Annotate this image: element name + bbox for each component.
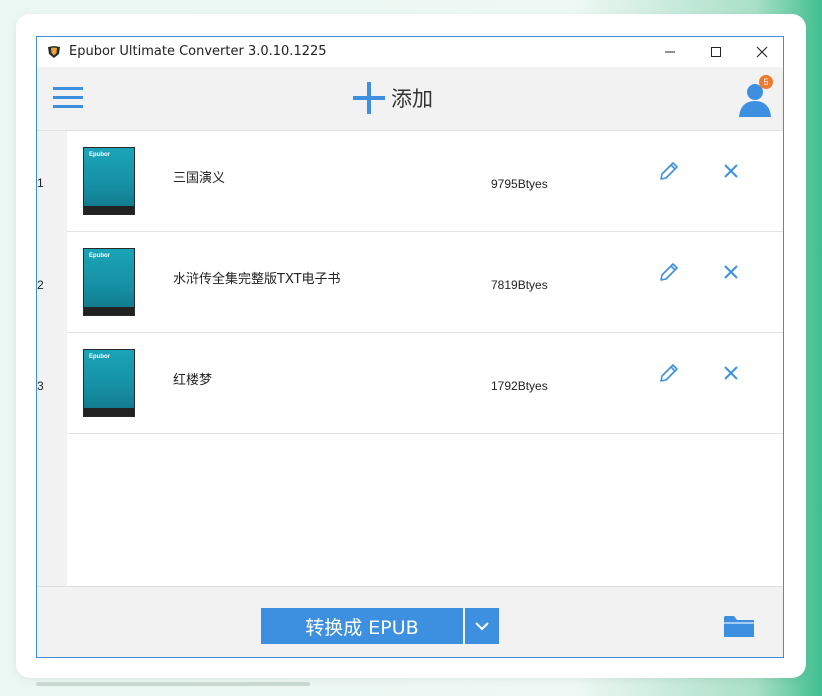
book-title: 三国演义 xyxy=(173,171,226,186)
scrollbar-hint xyxy=(36,682,310,686)
row-index: 3 xyxy=(37,379,44,393)
book-row[interactable]: Epubor 红楼梦 1792Btyes xyxy=(67,333,783,434)
user-account-button[interactable]: 5 xyxy=(737,75,777,119)
pencil-icon[interactable] xyxy=(657,260,681,284)
book-row[interactable]: Epubor 水浒传全集完整版TXT电子书 7819Btyes xyxy=(67,232,783,333)
add-button[interactable]: 添加 xyxy=(351,78,433,118)
book-size: 9795Btyes xyxy=(491,177,548,191)
add-label: 添加 xyxy=(391,87,433,111)
maximize-icon xyxy=(711,47,721,57)
book-size: 1792Btyes xyxy=(491,379,548,393)
plus-icon xyxy=(353,82,385,114)
format-dropdown-button[interactable] xyxy=(465,608,499,644)
book-cover: Epubor xyxy=(83,147,135,215)
row-index: 1 xyxy=(37,176,44,190)
minimize-icon xyxy=(665,51,675,53)
book-row[interactable]: Epubor 三国演义 9795Btyes xyxy=(67,131,783,232)
book-list: 1 Epubor 三国演义 9795Btyes 2 Epubor 水浒传全集完整 xyxy=(37,131,783,586)
cover-brand: Epubor xyxy=(89,152,110,158)
folder-icon[interactable] xyxy=(723,613,755,639)
title-bar: Epubor Ultimate Converter 3.0.10.1225 xyxy=(37,37,783,67)
window-title: Epubor Ultimate Converter 3.0.10.1225 xyxy=(69,44,327,59)
footer-bar: 转换成 EPUB xyxy=(37,586,783,657)
convert-button[interactable]: 转换成 EPUB xyxy=(261,608,463,644)
close-window-icon xyxy=(756,46,768,58)
notification-badge: 5 xyxy=(759,75,773,89)
maximize-button[interactable] xyxy=(693,37,739,67)
chevron-down-icon xyxy=(475,622,489,631)
delete-icon[interactable] xyxy=(721,161,741,181)
hamburger-menu-icon[interactable] xyxy=(51,81,85,115)
cover-brand: Epubor xyxy=(89,253,110,259)
book-cover: Epubor xyxy=(83,349,135,417)
minimize-button[interactable] xyxy=(647,37,693,67)
book-cover: Epubor xyxy=(83,248,135,316)
toolbar: 添加 5 xyxy=(37,67,783,131)
close-window-button[interactable] xyxy=(739,37,783,67)
book-title: 水浒传全集完整版TXT电子书 xyxy=(173,272,341,287)
pencil-icon[interactable] xyxy=(657,159,681,183)
cover-brand: Epubor xyxy=(89,354,110,360)
app-logo-icon xyxy=(48,46,60,58)
pencil-icon[interactable] xyxy=(657,361,681,385)
book-title: 红楼梦 xyxy=(173,373,213,388)
delete-icon[interactable] xyxy=(721,363,741,383)
app-window: Epubor Ultimate Converter 3.0.10.1225 添加 xyxy=(36,36,784,658)
row-index: 2 xyxy=(37,278,44,292)
book-size: 7819Btyes xyxy=(491,278,548,292)
delete-icon[interactable] xyxy=(721,262,741,282)
index-gutter xyxy=(37,131,67,586)
